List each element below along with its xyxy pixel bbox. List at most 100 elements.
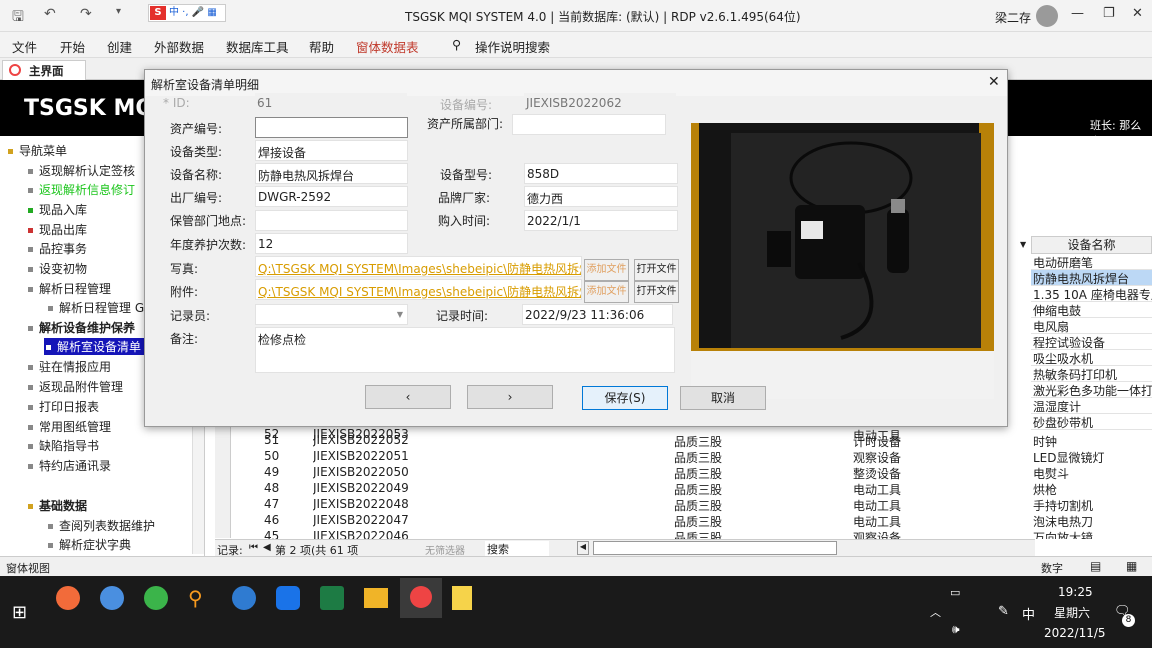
- table-cell[interactable]: 烘枪: [1033, 481, 1057, 498]
- clock-date[interactable]: 2022/11/5: [1044, 626, 1106, 640]
- list-item[interactable]: 热敏条码打印机: [1031, 366, 1152, 382]
- add-attach-button[interactable]: 添加文件: [584, 281, 629, 303]
- list-item[interactable]: 电风扇: [1031, 318, 1152, 334]
- name-input[interactable]: 防静电热风拆焊台: [255, 163, 408, 184]
- nav-root[interactable]: 导航菜单: [8, 142, 67, 159]
- clock-weekday[interactable]: 星期六: [1054, 604, 1090, 621]
- table-cell[interactable]: 45: [264, 529, 279, 539]
- table-cell[interactable]: 整烫设备: [853, 465, 901, 482]
- purchase-input[interactable]: 2022/1/1: [524, 210, 678, 231]
- rec-time-input[interactable]: 2022/9/23 11:36:06: [522, 304, 673, 325]
- list-item[interactable]: 激光彩色多功能一体打: [1031, 382, 1152, 398]
- asset-no-input[interactable]: [255, 117, 408, 138]
- attach-path-link[interactable]: Q:\TSGSK MQI SYSTEM\Images\shebeipic\防静电…: [255, 279, 582, 300]
- edge-icon[interactable]: [232, 586, 256, 610]
- list-item[interactable]: 电动研磨笔: [1031, 254, 1152, 270]
- table-cell[interactable]: 品质三股: [674, 449, 722, 466]
- add-photo-button[interactable]: 添加文件: [584, 259, 629, 281]
- model-input[interactable]: 858D: [524, 163, 678, 184]
- nav-item[interactable]: 返现品附件管理: [28, 378, 123, 395]
- table-cell[interactable]: 48: [264, 481, 279, 495]
- notes-icon[interactable]: [452, 586, 472, 610]
- clock-time[interactable]: 19:25: [1058, 585, 1093, 599]
- table-cell[interactable]: 万向放大镜: [1033, 529, 1093, 539]
- ime-indicator[interactable]: 中: [1022, 604, 1035, 623]
- table-cell[interactable]: 电动工具: [853, 513, 901, 530]
- windows-start-icon[interactable]: ⊞: [12, 602, 27, 623]
- chevron-down-icon[interactable]: ▼: [393, 306, 407, 324]
- nav-item[interactable]: 解析设备维护保养: [28, 319, 135, 336]
- volume-icon[interactable]: 🕪: [952, 622, 960, 637]
- table-cell[interactable]: 47: [264, 497, 279, 511]
- table-cell[interactable]: 手持切割机: [1033, 497, 1093, 514]
- minimize-icon[interactable]: —: [1071, 6, 1084, 21]
- nav-item[interactable]: 返现解析信息修订: [28, 181, 135, 198]
- redo-icon[interactable]: ↷: [80, 6, 92, 22]
- save-button[interactable]: 保存(S): [582, 386, 668, 410]
- nav-item[interactable]: 品控事务: [28, 240, 87, 257]
- close-icon[interactable]: ✕: [1132, 6, 1143, 21]
- next-record-button[interactable]: ›: [467, 385, 553, 409]
- list-item[interactable]: 防静电热风拆焊台: [1031, 270, 1152, 286]
- close-icon[interactable]: ✕: [988, 74, 1000, 90]
- sort-icon[interactable]: ▼: [1020, 240, 1026, 249]
- table-cell[interactable]: LED显微镜灯: [1033, 449, 1105, 466]
- table-cell[interactable]: 观察设备: [853, 449, 901, 466]
- menu-home[interactable]: 开始: [60, 37, 85, 56]
- nav-item[interactable]: 设变初物: [28, 260, 87, 277]
- table-cell[interactable]: JIEXISB2022049: [313, 481, 409, 495]
- tab-main[interactable]: 主界面: [2, 60, 86, 80]
- menu-db-tools[interactable]: 数据库工具: [226, 37, 289, 56]
- wechat-icon[interactable]: [144, 586, 168, 610]
- chevron-up-icon[interactable]: ︿: [930, 604, 941, 620]
- horizontal-scrollbar[interactable]: [593, 541, 837, 555]
- brand-input[interactable]: 德力西: [524, 186, 678, 207]
- location-input[interactable]: [255, 210, 408, 231]
- type-input[interactable]: 焊接设备: [255, 140, 408, 161]
- menu-external-data[interactable]: 外部数据: [154, 37, 204, 56]
- table-cell[interactable]: 电动工具: [853, 481, 901, 498]
- excel-icon[interactable]: [320, 586, 344, 610]
- avatar[interactable]: [1036, 5, 1058, 27]
- menu-tell-me[interactable]: 操作说明搜索: [475, 37, 550, 56]
- open-attach-button[interactable]: 打开文件: [634, 281, 679, 303]
- table-cell[interactable]: 品质三股: [674, 529, 722, 539]
- serial-input[interactable]: DWGR-2592: [255, 186, 408, 207]
- table-cell[interactable]: 电动工具: [853, 497, 901, 514]
- customize-icon[interactable]: ▾: [116, 6, 121, 17]
- search-app-icon[interactable]: ⚲: [188, 586, 203, 610]
- nav-item[interactable]: 查阅列表数据维护: [48, 517, 155, 534]
- browser-icon[interactable]: [56, 586, 80, 610]
- nav-item[interactable]: 解析症状字典: [48, 536, 131, 553]
- note-textarea[interactable]: 检修点检: [255, 327, 675, 373]
- table-cell[interactable]: 50: [264, 449, 279, 463]
- pen-icon[interactable]: ✎: [998, 604, 1009, 619]
- nav-item[interactable]: 常用图纸管理: [28, 418, 111, 435]
- nav-item[interactable]: 特约店通讯录: [28, 457, 111, 474]
- table-cell[interactable]: 品质三股: [674, 481, 722, 498]
- asset-dept-input[interactable]: [512, 114, 666, 135]
- table-cell[interactable]: JIEXISB2022052: [313, 433, 409, 447]
- datasheet-view-icon[interactable]: ▦: [1126, 559, 1137, 573]
- scroll-left-icon[interactable]: ◀: [577, 541, 589, 555]
- nav-item[interactable]: 基础数据: [28, 497, 87, 514]
- table-cell[interactable]: 品质三股: [674, 433, 722, 450]
- recorder-select[interactable]: [255, 304, 408, 325]
- nav-item[interactable]: 驻在情报应用: [28, 358, 111, 375]
- battery-icon[interactable]: ▭: [950, 586, 960, 599]
- prev-record-button[interactable]: ‹: [365, 385, 451, 409]
- cancel-button[interactable]: 取消: [680, 386, 766, 410]
- access-app-active[interactable]: [400, 578, 442, 618]
- table-cell[interactable]: 品质三股: [674, 465, 722, 482]
- search-icon[interactable]: ⚲: [452, 37, 461, 52]
- nav-item-selected[interactable]: 解析室设备清单: [44, 338, 146, 355]
- table-cell[interactable]: 观察设备: [853, 529, 901, 539]
- paint-icon[interactable]: [100, 586, 124, 610]
- nav-item[interactable]: 解析日程管理 G: [48, 299, 144, 316]
- nav-item[interactable]: 解析日程管理: [28, 280, 111, 297]
- photo-path-link[interactable]: Q:\TSGSK MQI SYSTEM\Images\shebeipic\防静电…: [255, 256, 582, 277]
- table-cell[interactable]: 品质三股: [674, 513, 722, 530]
- list-item[interactable]: 程控试验设备: [1031, 334, 1152, 350]
- list-item[interactable]: 伸缩电鼓: [1031, 302, 1152, 318]
- maint-input[interactable]: 12: [255, 233, 408, 254]
